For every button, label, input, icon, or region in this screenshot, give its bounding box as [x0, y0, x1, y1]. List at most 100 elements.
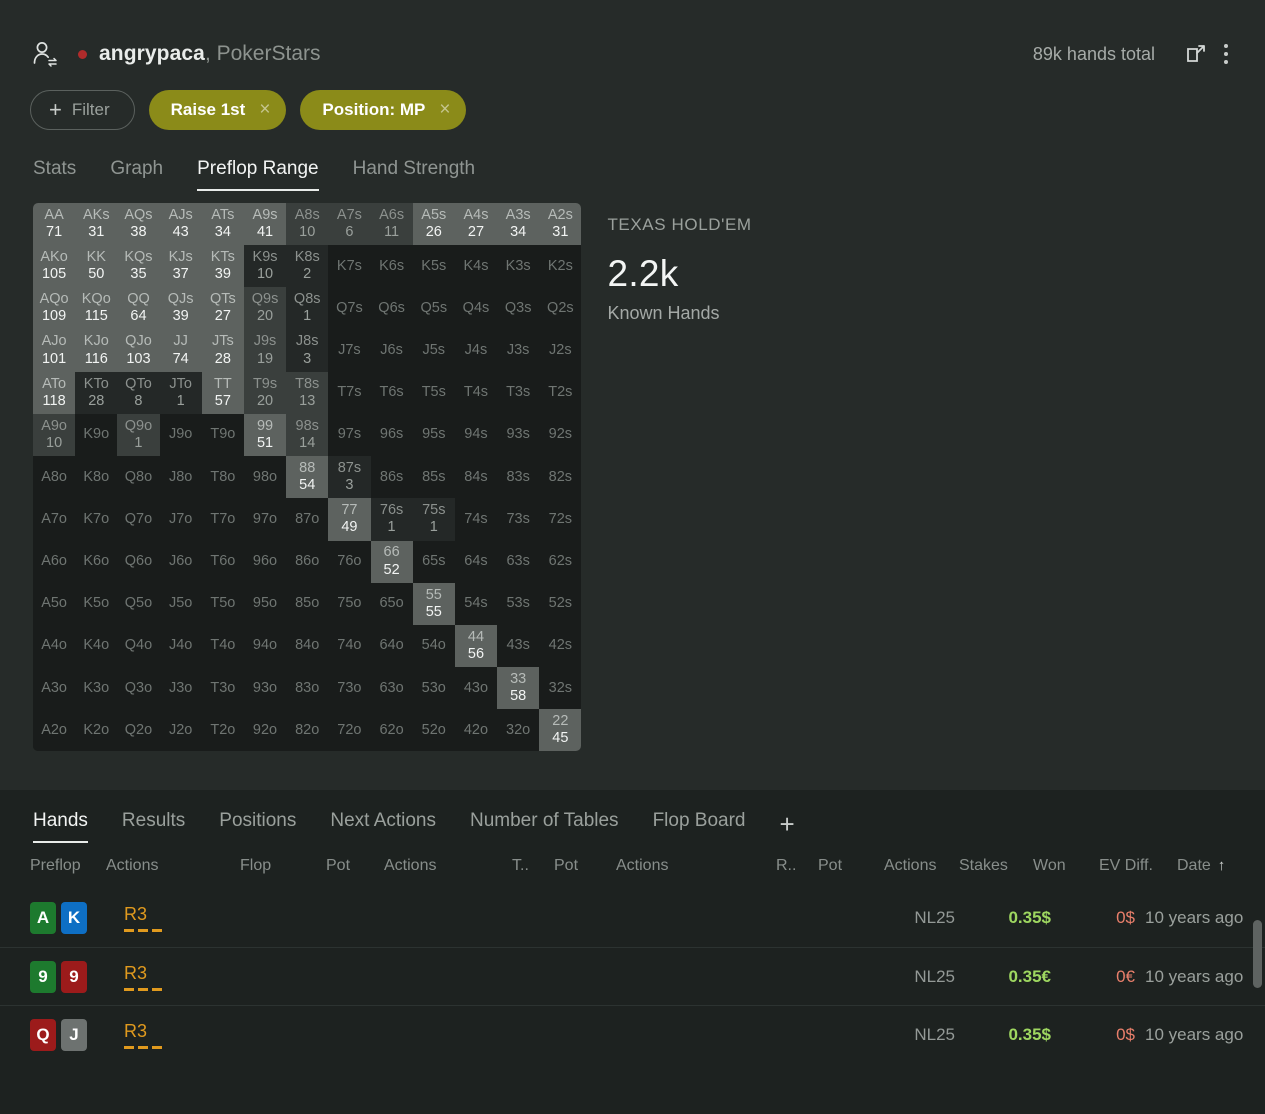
- range-cell-J5o[interactable]: J5o: [159, 582, 202, 625]
- range-cell-Q5o[interactable]: Q5o: [117, 582, 160, 625]
- range-cell-AKs[interactable]: AKs 31: [75, 203, 118, 246]
- range-cell-K2o[interactable]: K2o: [75, 709, 118, 752]
- range-cell-Q2s[interactable]: Q2s: [539, 287, 582, 330]
- range-cell-AA[interactable]: AA 71: [33, 203, 76, 246]
- range-cell-86s[interactable]: 86s: [370, 456, 413, 499]
- range-cell-Q6o[interactable]: Q6o: [117, 540, 160, 583]
- column-header-ev-diff[interactable]: EV Diff.: [1099, 857, 1177, 875]
- column-header-actions[interactable]: Actions: [884, 857, 959, 875]
- range-cell-76s[interactable]: 76s 1: [370, 498, 413, 541]
- range-cell-54o[interactable]: 54o: [412, 624, 455, 668]
- range-cell-A6o[interactable]: A6o: [33, 540, 76, 583]
- range-cell-62s[interactable]: 62s: [539, 540, 582, 583]
- range-cell-AQs[interactable]: AQs 38: [117, 203, 160, 246]
- range-cell-43o[interactable]: 43o: [454, 667, 498, 710]
- range-cell-A2o[interactable]: A2o: [33, 709, 76, 752]
- range-cell-T6o[interactable]: T6o: [201, 540, 244, 583]
- range-cell-T3s[interactable]: T3s: [497, 371, 540, 414]
- range-cell-65o[interactable]: 65o: [370, 582, 413, 625]
- range-cell-K5o[interactable]: K5o: [75, 582, 118, 625]
- tab-hand-strength[interactable]: Hand Strength: [353, 158, 476, 191]
- column-header-pot[interactable]: Pot: [326, 857, 384, 875]
- tab-preflop-range[interactable]: Preflop Range: [197, 158, 319, 191]
- range-cell-98o[interactable]: 98o: [243, 456, 287, 499]
- range-cell-K2s[interactable]: K2s: [539, 245, 582, 288]
- range-cell-J6s[interactable]: J6s: [370, 329, 413, 372]
- preflop-action[interactable]: R3: [124, 963, 214, 991]
- range-cell-K9o[interactable]: K9o: [75, 413, 118, 457]
- range-cell-KJs[interactable]: KJs 37: [159, 245, 202, 288]
- range-cell-54s[interactable]: 54s: [454, 582, 498, 625]
- range-cell-K9s[interactable]: K9s 10: [243, 245, 287, 288]
- range-cell-K8s[interactable]: K8s 2: [286, 245, 329, 288]
- tab-stats[interactable]: Stats: [33, 158, 76, 191]
- range-cell-82s[interactable]: 82s: [539, 456, 582, 499]
- table-row[interactable]: 9 9 R3 NL25 0.35€ 0€ 10 years ago: [0, 947, 1265, 1005]
- range-cell-AKo[interactable]: AKo 105: [33, 245, 76, 288]
- range-cell-K8o[interactable]: K8o: [75, 456, 118, 499]
- range-cell-J8o[interactable]: J8o: [159, 456, 202, 499]
- range-cell-K4o[interactable]: K4o: [75, 624, 118, 668]
- range-cell-A6s[interactable]: A6s 11: [370, 203, 413, 246]
- range-cell-QJs[interactable]: QJs 39: [159, 287, 202, 330]
- range-cell-Q7s[interactable]: Q7s: [328, 287, 371, 330]
- column-header-pot[interactable]: Pot: [554, 857, 616, 875]
- range-cell-K6o[interactable]: K6o: [75, 540, 118, 583]
- range-cell-95s[interactable]: 95s: [412, 413, 455, 457]
- range-cell-JTs[interactable]: JTs 28: [201, 329, 244, 372]
- column-header-actions[interactable]: Actions: [106, 857, 240, 875]
- range-cell-QQ[interactable]: QQ 64: [117, 287, 160, 330]
- range-cell-JJ[interactable]: JJ 74: [159, 329, 202, 372]
- range-cell-95o[interactable]: 95o: [243, 582, 287, 625]
- range-cell-A4s[interactable]: A4s 27: [454, 203, 498, 246]
- range-cell-A3s[interactable]: A3s 34: [497, 203, 540, 246]
- range-cell-J9o[interactable]: J9o: [159, 413, 202, 457]
- range-cell-72o[interactable]: 72o: [328, 709, 371, 752]
- table-row[interactable]: Q J R3 NL25 0.35$ 0$ 10 years ago: [0, 1005, 1265, 1063]
- range-cell-62o[interactable]: 62o: [370, 709, 413, 752]
- range-cell-Q8s[interactable]: Q8s 1: [286, 287, 329, 330]
- range-cell-K4s[interactable]: K4s: [454, 245, 498, 288]
- range-cell-75s[interactable]: 75s 1: [412, 498, 455, 541]
- range-cell-Q2o[interactable]: Q2o: [117, 709, 160, 752]
- range-cell-T5s[interactable]: T5s: [412, 371, 455, 414]
- range-cell-K3s[interactable]: K3s: [497, 245, 540, 288]
- range-cell-53o[interactable]: 53o: [412, 667, 455, 710]
- range-cell-KJo[interactable]: KJo 116: [75, 329, 118, 372]
- range-cell-T9s[interactable]: T9s 20: [243, 371, 287, 414]
- preflop-action[interactable]: R3: [124, 1021, 214, 1049]
- range-cell-T2o[interactable]: T2o: [201, 709, 244, 752]
- tab-hands[interactable]: Hands: [33, 810, 88, 843]
- add-tab-button[interactable]: +: [780, 811, 795, 843]
- range-cell-ATo[interactable]: ATo 118: [33, 371, 76, 414]
- range-cell-73s[interactable]: 73s: [497, 498, 540, 541]
- range-cell-55[interactable]: 55 55: [412, 582, 455, 625]
- table-row[interactable]: A K R3 NL25 0.35$ 0$ 10 years ago: [0, 889, 1265, 947]
- range-cell-A7s[interactable]: A7s 6: [328, 203, 371, 246]
- player-switch-icon[interactable]: [30, 39, 60, 69]
- range-cell-AQo[interactable]: AQo 109: [33, 287, 76, 330]
- range-cell-AJs[interactable]: AJs 43: [159, 203, 202, 246]
- range-cell-A9o[interactable]: A9o 10: [33, 413, 76, 457]
- column-header-actions[interactable]: Actions: [616, 857, 776, 875]
- range-cell-74s[interactable]: 74s: [454, 498, 498, 541]
- range-cell-97o[interactable]: 97o: [243, 498, 287, 541]
- column-header-preflop[interactable]: Preflop: [30, 857, 106, 875]
- range-cell-T5o[interactable]: T5o: [201, 582, 244, 625]
- range-cell-J6o[interactable]: J6o: [159, 540, 202, 583]
- range-cell-A7o[interactable]: A7o: [33, 498, 76, 541]
- range-cell-44[interactable]: 44 56: [454, 624, 498, 668]
- range-cell-87s[interactable]: 87s 3: [328, 456, 371, 499]
- range-cell-65s[interactable]: 65s: [412, 540, 455, 583]
- range-cell-T8o[interactable]: T8o: [201, 456, 244, 499]
- range-cell-J7s[interactable]: J7s: [328, 329, 371, 372]
- range-cell-KTo[interactable]: KTo 28: [75, 371, 118, 414]
- range-cell-42o[interactable]: 42o: [454, 709, 498, 752]
- tab-flop-board[interactable]: Flop Board: [653, 810, 746, 843]
- tab-number-of-tables[interactable]: Number of Tables: [470, 810, 619, 843]
- range-cell-A2s[interactable]: A2s 31: [539, 203, 582, 246]
- range-cell-Q9s[interactable]: Q9s 20: [243, 287, 287, 330]
- range-cell-88[interactable]: 88 54: [286, 456, 329, 499]
- range-cell-QTo[interactable]: QTo 8: [117, 371, 160, 414]
- column-header-won[interactable]: Won: [1033, 857, 1099, 875]
